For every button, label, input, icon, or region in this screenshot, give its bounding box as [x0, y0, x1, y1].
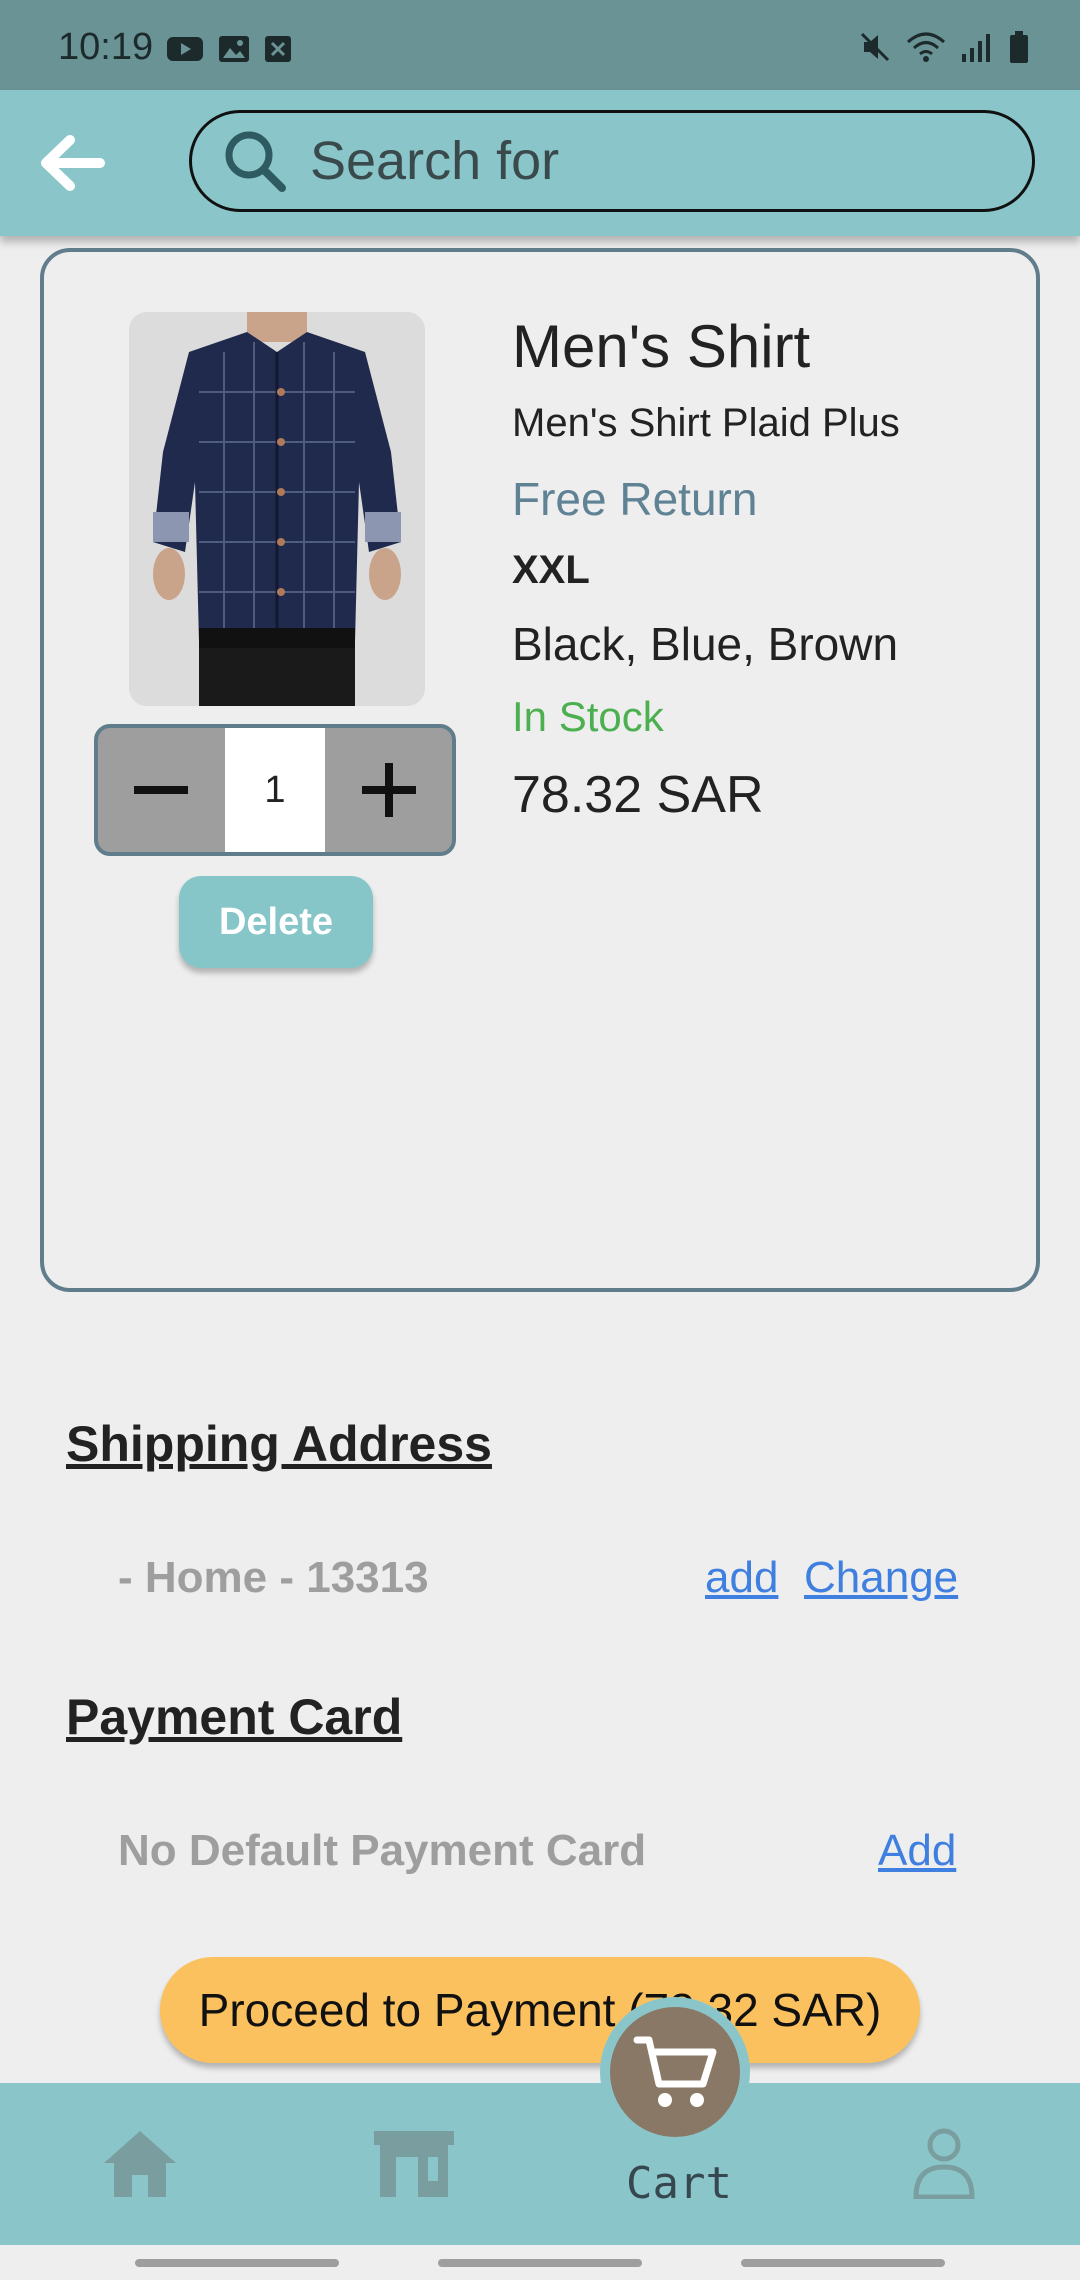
image-notification-icon	[219, 36, 249, 62]
home-icon	[104, 2131, 176, 2197]
delete-button[interactable]: Delete	[179, 876, 373, 968]
youtube-notification-icon	[167, 37, 203, 61]
back-button[interactable]	[38, 132, 108, 194]
gesture-home[interactable]	[438, 2259, 642, 2267]
bottom-navigation	[0, 2083, 1080, 2245]
minus-icon	[134, 786, 189, 794]
person-icon	[913, 2128, 975, 2200]
blocked-notification-icon	[265, 36, 291, 62]
product-name: Men's Shirt	[512, 313, 811, 380]
search-bar[interactable]	[189, 110, 1035, 212]
add-payment-link[interactable]: Add	[878, 1826, 956, 1876]
nav-cart-button[interactable]	[600, 1997, 750, 2147]
gesture-recents[interactable]	[135, 2259, 339, 2267]
search-icon	[225, 131, 286, 192]
shipping-address-title: Shipping Address	[66, 1416, 492, 1472]
system-gesture-bar	[0, 2245, 1080, 2280]
nav-profile[interactable]	[912, 2127, 976, 2204]
stock-status: In Stock	[512, 693, 664, 740]
wifi-icon	[907, 32, 945, 62]
plus-icon	[361, 763, 416, 817]
notification-icons	[166, 34, 292, 64]
status-bar: 10:19	[0, 0, 1080, 90]
decrease-button[interactable]	[98, 728, 225, 852]
cart-icon	[633, 2036, 717, 2107]
product-description: Men's Shirt Plaid Plus	[512, 401, 900, 445]
shirt-image	[129, 312, 425, 706]
cart-item-card: 1 Delete Men's Shirt Men's Shirt Plaid P…	[40, 248, 1040, 1292]
shipping-address-value: - Home - 13313	[118, 1553, 429, 1602]
product-size: XXL	[512, 548, 590, 592]
return-policy: Free Return	[512, 473, 758, 525]
battery-icon	[1010, 31, 1028, 63]
nav-store[interactable]	[372, 2127, 456, 2204]
increase-button[interactable]	[325, 728, 452, 852]
change-address-link[interactable]: Change	[804, 1553, 958, 1603]
product-price: 78.32 SAR	[512, 766, 764, 824]
product-image	[129, 312, 425, 706]
quantity-stepper: 1	[94, 724, 456, 856]
payment-card-title: Payment Card	[66, 1689, 403, 1745]
search-input[interactable]	[308, 129, 992, 193]
app-bar	[0, 90, 1080, 236]
store-icon	[374, 2131, 454, 2197]
nav-home[interactable]	[100, 2127, 180, 2204]
proceed-to-payment-button[interactable]: Proceed to Payment (78.32 SAR)	[160, 1957, 920, 2063]
quantity-value: 1	[224, 728, 326, 852]
system-icons	[858, 30, 1030, 64]
product-info: Men's Shirt Men's Shirt Plaid Plus Free …	[512, 312, 900, 825]
back-arrow-icon	[41, 135, 105, 191]
gesture-back[interactable]	[741, 2259, 945, 2267]
add-address-link[interactable]: add	[705, 1553, 778, 1603]
product-colors: Black, Blue, Brown	[512, 618, 899, 670]
status-time: 10:19	[58, 26, 154, 68]
mute-vibrate-icon	[860, 32, 890, 62]
signal-icon	[962, 34, 990, 62]
payment-card-status: No Default Payment Card	[118, 1826, 647, 1875]
nav-cart-label: Cart	[626, 2158, 732, 2209]
